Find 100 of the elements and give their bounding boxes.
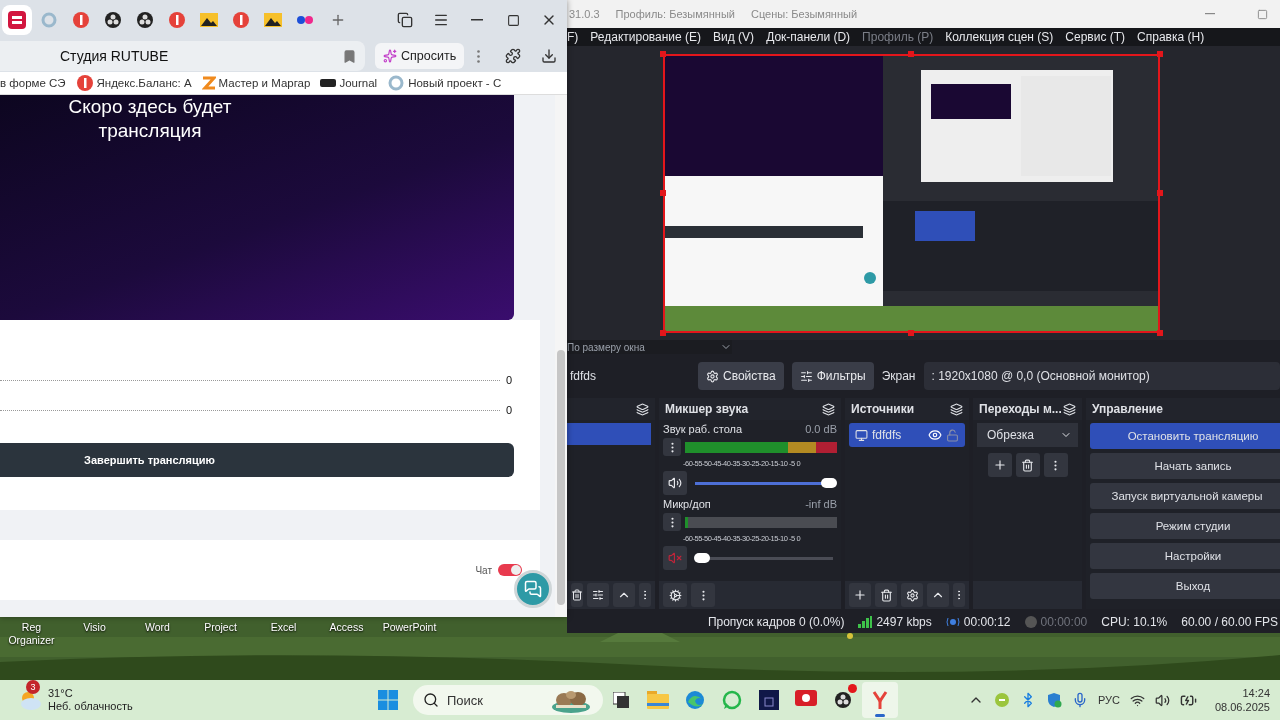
- properties-button[interactable]: Свойства: [698, 362, 784, 390]
- menu-item[interactable]: F): [567, 30, 579, 44]
- mute-button[interactable]: [663, 471, 687, 495]
- more-button[interactable]: [953, 583, 965, 607]
- undock-icon[interactable]: [636, 402, 649, 416]
- app-version: 31.0.3: [569, 8, 600, 20]
- control-button[interactable]: Начать запись: [1090, 453, 1280, 479]
- source-item[interactable]: fdfdfs: [849, 423, 965, 447]
- volume-icon[interactable]: [1154, 692, 1170, 708]
- minimize-icon: [1205, 13, 1215, 15]
- display-select[interactable]: : 1920x1080 @ 0,0 (Основной монитор): [923, 362, 1280, 390]
- control-button[interactable]: Режим студии: [1090, 513, 1280, 539]
- volume-slider[interactable]: [695, 556, 833, 560]
- bookmark-item[interactable]: в форме СЭ: [0, 77, 66, 89]
- undock-icon[interactable]: [1063, 402, 1076, 416]
- browser-tab[interactable]: [2, 5, 32, 35]
- filter-button[interactable]: [587, 583, 609, 607]
- more-button[interactable]: [663, 513, 681, 531]
- capture-label: Экран: [881, 369, 916, 383]
- resize-handle[interactable]: [908, 329, 914, 336]
- bookmark-item[interactable]: Journal: [320, 77, 378, 89]
- resize-handle[interactable]: [1157, 50, 1163, 57]
- move-up-button[interactable]: [927, 583, 949, 607]
- move-up-button[interactable]: [613, 583, 635, 607]
- resize-handle[interactable]: [660, 189, 666, 196]
- visibility-icon[interactable]: [928, 428, 942, 442]
- transition-select[interactable]: Обрезка: [977, 423, 1078, 447]
- stream-time: 00:00:12: [963, 615, 1011, 629]
- stat-value: 0: [506, 374, 514, 386]
- more-button[interactable]: [663, 438, 681, 456]
- language-indicator[interactable]: РУС: [1097, 694, 1120, 706]
- desktop-icon-label[interactable]: Project: [189, 621, 252, 647]
- bookmark-item[interactable]: Яндекс.Баланс: А: [75, 74, 192, 92]
- trash-icon: [1021, 458, 1034, 472]
- sliders-icon: [592, 589, 604, 601]
- advanced-settings-button[interactable]: [663, 583, 687, 607]
- search-field[interactable]: Поиск: [445, 691, 545, 709]
- recording-time: 00:00:00: [1040, 615, 1088, 629]
- desktop-icon-label[interactable]: Visio: [63, 621, 126, 647]
- menu-item[interactable]: Док-панели (D): [766, 30, 851, 44]
- bookmark-icon[interactable]: [342, 48, 357, 64]
- delete-button[interactable]: [1015, 453, 1040, 477]
- shield-icon[interactable]: [1045, 692, 1062, 708]
- puzzle-icon: [505, 48, 521, 64]
- dock-title: Источники: [851, 402, 915, 416]
- bookmark-item[interactable]: Новый проект - С: [387, 74, 502, 92]
- search-bar[interactable]: Поиск: [413, 685, 603, 715]
- menu-item[interactable]: Редактирование (E): [590, 30, 702, 44]
- source-name: fdfds: [570, 369, 597, 383]
- wifi-icon[interactable]: [1129, 692, 1145, 708]
- sparkle-icon: [383, 49, 397, 63]
- ask-button[interactable]: Спросить: [375, 43, 465, 69]
- search-icon: [423, 692, 439, 708]
- bookmark-item[interactable]: Мастер и Маргар: [201, 75, 311, 91]
- undock-icon[interactable]: [822, 402, 835, 416]
- clock[interactable]: 14:24 08.06.2025: [1214, 686, 1270, 714]
- dock-title: Управление: [1092, 402, 1163, 416]
- resize-handle[interactable]: [660, 50, 666, 57]
- undock-icon[interactable]: [950, 402, 963, 416]
- collections-icon: [397, 12, 413, 28]
- image-icon: [263, 12, 283, 28]
- control-button[interactable]: Настройки: [1090, 543, 1280, 569]
- more-button[interactable]: [639, 583, 651, 607]
- frame-rate: 60.00 / 60.00 FPS: [1181, 615, 1278, 629]
- menu-icon: [433, 12, 449, 28]
- menu-item[interactable]: Сервис (T): [1065, 30, 1126, 44]
- add-button[interactable]: [849, 583, 871, 607]
- resize-handle[interactable]: [1157, 329, 1163, 336]
- filters-button[interactable]: Фильтры: [791, 362, 874, 390]
- chat-toggle[interactable]: [498, 564, 522, 576]
- menu-item[interactable]: Коллекция сцен (S): [945, 30, 1054, 44]
- scale-dropdown[interactable]: По размеру окна: [567, 340, 732, 354]
- desktop-icon-label[interactable]: Excel: [252, 621, 315, 647]
- more-button[interactable]: [1043, 453, 1068, 477]
- desktop-icon-label[interactable]: Word: [126, 621, 189, 647]
- control-button[interactable]: Запуск виртуальной камеры: [1090, 483, 1280, 509]
- delete-button[interactable]: [571, 583, 583, 607]
- desktop-icon-label[interactable]: Reg Organizer: [0, 621, 63, 647]
- address-bar[interactable]: Студия RUTUBE: [0, 41, 365, 71]
- control-button[interactable]: Остановить трансляцию: [1090, 423, 1280, 449]
- resize-handle[interactable]: [1157, 189, 1163, 196]
- resize-handle[interactable]: [908, 50, 914, 57]
- desktop-icon-label[interactable]: PowerPoint: [378, 621, 441, 647]
- obs-icon: [104, 11, 122, 29]
- delete-button[interactable]: [875, 583, 897, 607]
- rutube-icon: [7, 10, 27, 30]
- dock-title: Переходы м...: [979, 402, 1062, 416]
- more-button[interactable]: [691, 583, 715, 607]
- maximize-icon: [506, 13, 520, 27]
- control-button[interactable]: Выход: [1090, 573, 1280, 599]
- settings-button[interactable]: [901, 583, 923, 607]
- edge-icon: [685, 690, 705, 710]
- weather-icon: [18, 689, 42, 711]
- menu-item[interactable]: Вид (V): [713, 30, 755, 44]
- add-button[interactable]: [987, 453, 1012, 477]
- scrollbar[interactable]: [555, 95, 567, 617]
- end-stream-button[interactable]: Завершить трансляцию: [0, 443, 514, 477]
- menu-item[interactable]: Справка (H): [1137, 30, 1205, 44]
- desktop-icon-label[interactable]: Access: [315, 621, 378, 647]
- resize-handle[interactable]: [660, 329, 666, 336]
